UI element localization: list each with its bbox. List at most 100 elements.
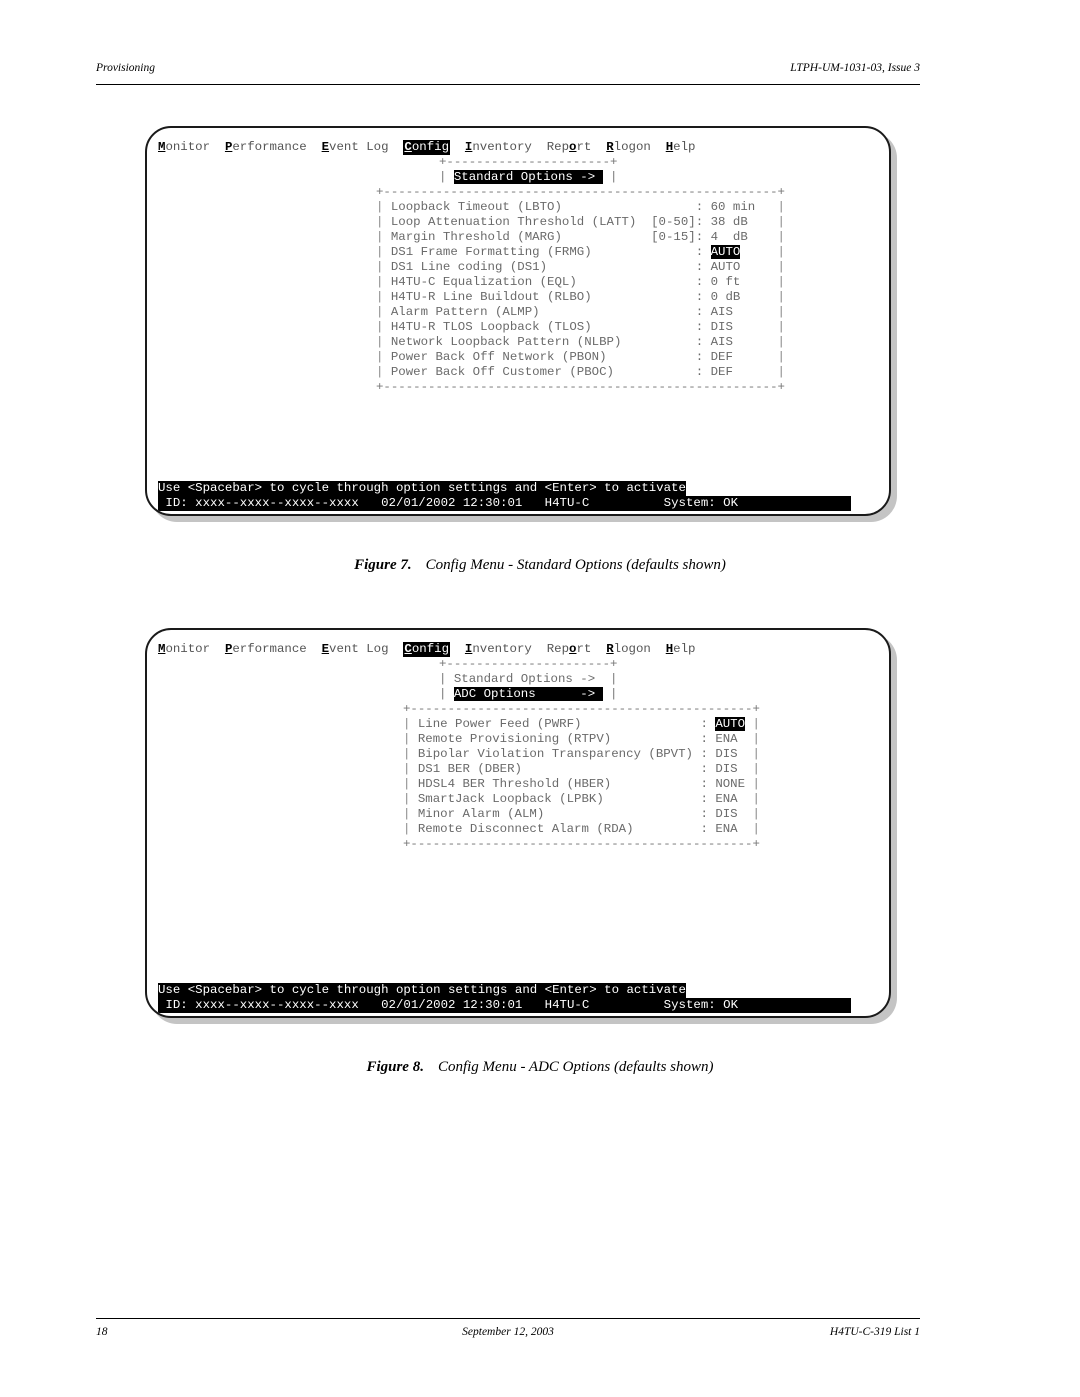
unit-id: ID: xxxx--xxxx--xxxx--xxxx bbox=[158, 496, 359, 510]
menu-bar: Monitor Performance Event Log Config Inv… bbox=[158, 642, 695, 657]
option-value[interactable]: NONE bbox=[715, 777, 745, 791]
option-value[interactable]: DIS bbox=[711, 320, 733, 334]
option-value[interactable]: ENA bbox=[715, 732, 737, 746]
option-value[interactable]: DIS bbox=[715, 762, 737, 776]
submenu-row: | Standard Options -> | bbox=[439, 672, 617, 687]
option-row[interactable]: | HDSL4 BER Threshold (HBER) : NONE | bbox=[403, 777, 760, 792]
option-pipe: | bbox=[376, 230, 391, 244]
option-colon: : bbox=[695, 305, 711, 319]
option-label: H4TU-R Line Buildout (RLBO) bbox=[390, 290, 652, 304]
option-row[interactable]: | H4TU-R Line Buildout (RLBO) : 0 dB | bbox=[376, 290, 785, 305]
option-value[interactable]: AUTO bbox=[715, 717, 746, 731]
option-pipe: | bbox=[403, 717, 418, 731]
option-range bbox=[651, 275, 696, 289]
option-colon: : bbox=[695, 260, 711, 274]
menu-item-rlogon[interactable]: Rlogon bbox=[606, 140, 651, 155]
option-row[interactable]: | Power Back Off Network (PBON) : DEF | bbox=[376, 350, 785, 365]
option-value[interactable]: AIS bbox=[711, 305, 733, 319]
options-border: +---------------------------------------… bbox=[403, 837, 760, 851]
option-pipe: | bbox=[376, 350, 391, 364]
option-value[interactable]: AIS bbox=[711, 335, 733, 349]
option-range bbox=[651, 290, 696, 304]
option-value[interactable]: AUTO bbox=[711, 260, 741, 274]
option-row[interactable]: | Minor Alarm (ALM) : DIS | bbox=[403, 807, 760, 822]
option-row[interactable]: | H4TU-C Equalization (EQL) : 0 ft | bbox=[376, 275, 785, 290]
option-row[interactable]: | Remote Disconnect Alarm (RDA) : ENA | bbox=[403, 822, 760, 837]
option-pipe: | bbox=[745, 777, 760, 791]
option-row[interactable]: | H4TU-R TLOS Loopback (TLOS) : DIS | bbox=[376, 320, 785, 335]
status-datetime: 02/01/2002 12:30:01 bbox=[381, 998, 523, 1012]
option-label: SmartJack Loopback (LPBK) bbox=[417, 792, 701, 806]
option-value[interactable]: ENA bbox=[715, 792, 737, 806]
menu-hotkey: E bbox=[321, 140, 330, 154]
option-row[interactable]: | DS1 Line coding (DS1) : AUTO | bbox=[376, 260, 785, 275]
option-pipe: | bbox=[755, 200, 785, 214]
option-value[interactable]: 60 min bbox=[711, 200, 756, 214]
menu-item-inventory[interactable]: Inventory bbox=[465, 642, 532, 657]
menu-item-event-log[interactable]: Event Log bbox=[322, 140, 389, 155]
unit-type: H4TU-C bbox=[544, 998, 590, 1012]
option-colon: : bbox=[695, 215, 711, 229]
option-pipe: | bbox=[737, 807, 760, 821]
option-label: Loop Attenuation Threshold (LATT) bbox=[390, 215, 652, 229]
option-value[interactable]: DEF bbox=[711, 350, 733, 364]
option-pipe: | bbox=[732, 335, 785, 349]
option-row[interactable]: | Bipolar Violation Transparency (BPVT) … bbox=[403, 747, 760, 762]
option-row[interactable]: | Remote Provisioning (RTPV) : ENA | bbox=[403, 732, 760, 747]
menu-item-monitor[interactable]: Monitor bbox=[158, 642, 210, 657]
menu-bar: Monitor Performance Event Log Config Inv… bbox=[158, 140, 695, 155]
option-colon: : bbox=[695, 230, 711, 244]
options-border: +---------------------------------------… bbox=[376, 380, 785, 394]
option-row[interactable]: | Line Power Feed (PWRF) : AUTO | bbox=[403, 717, 760, 732]
menu-item-config[interactable]: Config bbox=[403, 642, 451, 657]
terminal-frame: Monitor Performance Event Log Config Inv… bbox=[145, 628, 891, 1018]
menu-item-performance[interactable]: Performance bbox=[225, 642, 307, 657]
option-value[interactable]: DEF bbox=[711, 365, 733, 379]
option-colon: : bbox=[700, 762, 716, 776]
menu-item-report[interactable]: Report bbox=[547, 642, 592, 657]
option-value[interactable]: 4 dB bbox=[711, 230, 748, 244]
option-row[interactable]: | Margin Threshold (MARG) [0-15]: 4 dB | bbox=[376, 230, 785, 245]
option-row[interactable]: | Alarm Pattern (ALMP) : AIS | bbox=[376, 305, 785, 320]
option-row[interactable]: | Power Back Off Customer (PBOC) : DEF | bbox=[376, 365, 785, 380]
option-row[interactable]: | Loopback Timeout (LBTO) : 60 min | bbox=[376, 200, 785, 215]
option-value[interactable]: 38 dB bbox=[711, 215, 748, 229]
menu-item-event-log[interactable]: Event Log bbox=[322, 642, 389, 657]
menu-item-config[interactable]: Config bbox=[403, 140, 451, 155]
option-pipe: | bbox=[740, 290, 785, 304]
menu-item-help[interactable]: Help bbox=[666, 642, 696, 657]
option-pipe: | bbox=[403, 807, 418, 821]
option-row[interactable]: | Network Loopback Pattern (NLBP) : AIS … bbox=[376, 335, 785, 350]
menu-item-performance[interactable]: Performance bbox=[225, 140, 307, 155]
option-row[interactable]: | DS1 Frame Formatting (FRMG) : AUTO | bbox=[376, 245, 785, 260]
caption-text: Config Menu - ADC Options (defaults show… bbox=[437, 1059, 714, 1075]
option-pipe: | bbox=[732, 305, 785, 319]
menu-item-rlogon[interactable]: Rlogon bbox=[606, 642, 651, 657]
option-range bbox=[651, 365, 696, 379]
menu-item-text: nventory bbox=[472, 642, 532, 656]
menu-item-report[interactable]: Report bbox=[547, 140, 592, 155]
option-colon: : bbox=[695, 365, 711, 379]
option-row[interactable]: | SmartJack Loopback (LPBK) : ENA | bbox=[403, 792, 760, 807]
menu-item-monitor[interactable]: Monitor bbox=[158, 140, 210, 155]
menu-item-help[interactable]: Help bbox=[666, 140, 696, 155]
option-row[interactable]: | DS1 BER (DBER) : DIS | bbox=[403, 762, 760, 777]
option-pipe: | bbox=[376, 260, 391, 274]
option-row[interactable]: | Loop Attenuation Threshold (LATT) [0-5… bbox=[376, 215, 785, 230]
option-pipe: | bbox=[737, 792, 760, 806]
option-value[interactable]: 0 dB bbox=[711, 290, 741, 304]
option-colon: : bbox=[695, 200, 711, 214]
option-label: DS1 Frame Formatting (FRMG) bbox=[390, 245, 652, 259]
submenu-item[interactable]: Standard Options -> bbox=[454, 672, 603, 686]
option-value[interactable]: 0 ft bbox=[711, 275, 741, 289]
submenu-item[interactable]: ADC Options -> bbox=[453, 687, 603, 701]
menu-item-inventory[interactable]: Inventory bbox=[465, 140, 532, 155]
option-label: Remote Provisioning (RTPV) bbox=[417, 732, 701, 746]
unit-id: ID: xxxx--xxxx--xxxx--xxxx bbox=[158, 998, 359, 1012]
submenu-item[interactable]: Standard Options -> bbox=[453, 170, 603, 184]
option-value[interactable]: DIS bbox=[715, 807, 737, 821]
option-value[interactable]: AUTO bbox=[710, 245, 741, 259]
option-value[interactable]: ENA bbox=[715, 822, 737, 836]
menu-item-text: elp bbox=[673, 642, 696, 656]
option-value[interactable]: DIS bbox=[715, 747, 737, 761]
